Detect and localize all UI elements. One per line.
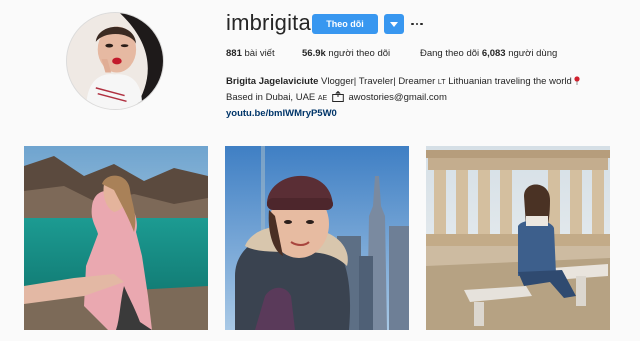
bio-line-1: Brigita Jagelaviciute Vlogger| Traveler|… <box>226 74 581 90</box>
follow-button[interactable]: Theo dõi <box>312 14 378 34</box>
bio-link[interactable]: youtu.be/bmIWMryP5W0 <box>226 106 580 121</box>
post-thumbnail[interactable] <box>24 146 208 330</box>
bio-line-2: Based in Dubai, UAE AE awostories@gmail.… <box>226 91 447 103</box>
post-image-city <box>225 146 409 330</box>
profile-avatar[interactable] <box>66 12 164 110</box>
suggestions-toggle-button[interactable] <box>384 14 404 34</box>
followers-stat[interactable]: 56.9k người theo dõi <box>302 48 390 59</box>
post-image-parthenon <box>426 146 610 330</box>
post-image-lake <box>24 146 208 330</box>
more-options-button[interactable] <box>410 14 424 34</box>
email-text: awostories@gmail.com <box>348 92 447 103</box>
post-thumbnail[interactable] <box>426 146 610 330</box>
username-heading: imbrigita <box>226 10 311 35</box>
profile-bio: Brigita Jagelaviciute Vlogger| Traveler|… <box>226 74 581 121</box>
chevron-down-icon <box>390 21 398 27</box>
following-stat[interactable]: Đang theo dõi 6,083 người dùng <box>420 48 557 59</box>
email-box-icon <box>332 91 344 102</box>
full-name: Brigita Jagelaviciute <box>226 76 319 87</box>
posts-stat: 881 bài viết <box>226 48 275 59</box>
post-thumbnail[interactable] <box>225 146 409 330</box>
more-options-icon <box>411 22 414 26</box>
pin-icon <box>574 76 581 85</box>
flag-lt: LT <box>437 79 446 86</box>
avatar <box>67 13 163 109</box>
flag-ae: AE <box>317 95 328 102</box>
